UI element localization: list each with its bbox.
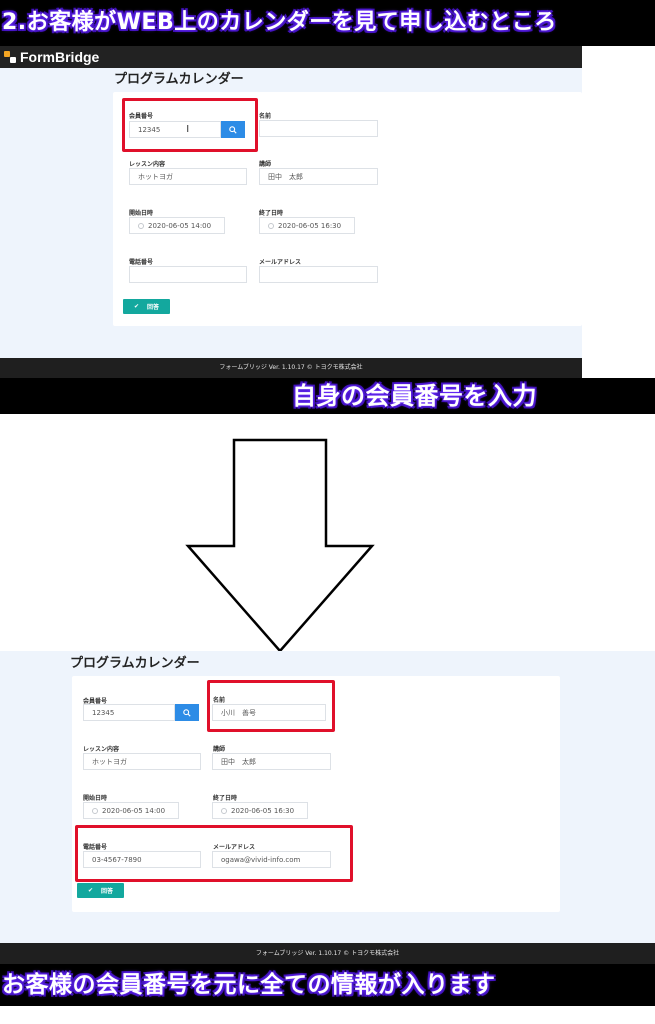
clock-icon [138, 222, 144, 229]
email-label: メールアドレス [259, 259, 302, 266]
start-label: 開始日時 [83, 795, 108, 802]
caption-top: 2.お客様がWEB上のカレンダーを見て申し込むところ [0, 0, 655, 46]
instructor-label: 講師 [213, 746, 226, 753]
highlight-name [207, 680, 335, 732]
member-no-input[interactable]: 12345 [83, 704, 175, 721]
search-icon [183, 708, 191, 717]
phone-input[interactable] [129, 266, 247, 283]
start-datetime-input[interactable]: 2020-06-05 14:00 [129, 217, 225, 234]
page-title: プログラムカレンダー [114, 72, 244, 87]
caption-bottom: お客様の会員番号を元に全ての情報が入ります [0, 964, 655, 1006]
check-icon: ✔ [133, 303, 139, 310]
lesson-label: レッスン内容 [83, 746, 120, 753]
name-label: 名前 [259, 113, 272, 120]
end-datetime-input[interactable]: 2020-06-05 16:30 [212, 802, 308, 819]
formbridge-logo-icon [4, 51, 16, 63]
check-icon: ✔ [87, 887, 93, 894]
app-header: FormBridge [0, 46, 582, 68]
end-label: 終了日時 [259, 210, 284, 217]
email-input[interactable] [259, 266, 378, 283]
down-arrow-icon [185, 438, 375, 653]
app-footer: フォームブリッジ Ver. 1.10.17 © トヨクモ株式会社 [0, 358, 582, 378]
instructor-input[interactable]: 田中 太郎 [259, 168, 378, 185]
end-datetime-input[interactable]: 2020-06-05 16:30 [259, 217, 355, 234]
end-label: 終了日時 [213, 795, 238, 802]
submit-button[interactable]: ✔ 回答 [77, 883, 124, 898]
submit-button[interactable]: ✔ 回答 [123, 299, 170, 314]
clock-icon [268, 222, 274, 229]
highlight-contact [75, 825, 353, 882]
phone-label: 電話番号 [129, 259, 154, 266]
page-title-after: プログラムカレンダー [70, 656, 200, 671]
highlight-member-no [122, 98, 258, 152]
clock-icon [92, 807, 98, 814]
clock-icon [221, 807, 227, 814]
member-search-button[interactable] [175, 704, 199, 721]
lesson-label: レッスン内容 [129, 161, 166, 168]
caption-middle: 自身の会員番号を入力 [0, 378, 655, 414]
lesson-input[interactable]: ホットヨガ [129, 168, 247, 185]
lesson-input[interactable]: ホットヨガ [83, 753, 201, 770]
app-footer-after: フォームブリッジ Ver. 1.10.17 © トヨクモ株式会社 [0, 943, 655, 964]
brand-name: FormBridge [20, 49, 100, 65]
instructor-input[interactable]: 田中 太郎 [212, 753, 331, 770]
name-input[interactable] [259, 120, 378, 137]
start-datetime-input[interactable]: 2020-06-05 14:00 [83, 802, 179, 819]
start-label: 開始日時 [129, 210, 154, 217]
instructor-label: 講師 [259, 161, 272, 168]
